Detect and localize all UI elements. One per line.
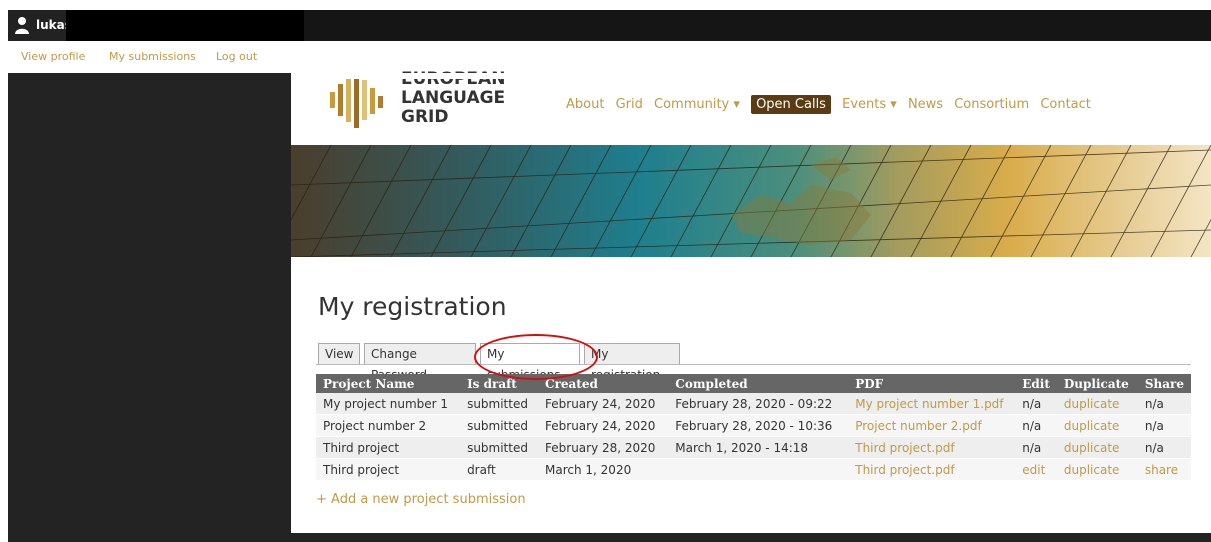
nav-consortium[interactable]: Consortium xyxy=(954,97,1029,112)
tab-view[interactable]: View xyxy=(318,343,360,364)
pdf-link[interactable]: Third project.pdf xyxy=(848,436,1016,459)
header-project-name[interactable]: Project Name xyxy=(316,374,461,393)
pdf-link[interactable]: My project number 1.pdf xyxy=(848,393,1016,415)
duplicate-link[interactable]: duplicate xyxy=(1056,436,1138,459)
table-header-row: Project Name Is draft Created Completed … xyxy=(316,374,1191,393)
main-nav: About Grid Community ▾ Open Calls Events… xyxy=(566,95,1098,114)
pdf-link[interactable]: Project number 2.pdf xyxy=(848,414,1016,437)
nav-about[interactable]: About xyxy=(566,97,604,112)
duplicate-link[interactable]: duplicate xyxy=(1056,393,1138,415)
duplicate-link[interactable]: duplicate xyxy=(1056,458,1138,481)
cell-completed: February 28, 2020 - 09:22 xyxy=(668,393,849,415)
cell-share: n/a xyxy=(1137,436,1191,459)
pdf-link[interactable]: Third project.pdf xyxy=(848,458,1016,481)
cell-is-draft: submitted xyxy=(460,414,539,437)
header-pdf: PDF xyxy=(848,374,1016,393)
nav-events[interactable]: Events ▾ xyxy=(842,97,897,112)
tab-change-password[interactable]: Change Password xyxy=(364,343,476,382)
logo-line-3: GRID xyxy=(401,107,449,127)
duplicate-link[interactable]: duplicate xyxy=(1056,414,1138,437)
page-title: My registration xyxy=(318,292,507,321)
logo-line-2: LANGUAGE xyxy=(401,88,506,108)
cell-edit: n/a xyxy=(1015,393,1057,415)
cell-project-name: Project number 2 xyxy=(316,414,461,437)
nav-community[interactable]: Community ▾ xyxy=(654,97,740,112)
cell-created: March 1, 2020 xyxy=(538,458,669,481)
cell-is-draft: submitted xyxy=(460,393,539,415)
tabs-divider xyxy=(316,364,1191,365)
my-submissions-link[interactable]: My submissions xyxy=(109,50,196,63)
cell-project-name: Third project xyxy=(316,458,461,481)
table-row: Third project draft March 1, 2020 Third … xyxy=(316,458,1191,481)
logo-icon[interactable] xyxy=(330,74,390,132)
table-row: Third project submitted February 28, 202… xyxy=(316,436,1191,459)
cell-is-draft: submitted xyxy=(460,436,539,459)
tab-my-submissions[interactable]: My submissions xyxy=(480,343,580,382)
nav-contact[interactable]: Contact xyxy=(1040,97,1091,112)
cell-created: February 24, 2020 xyxy=(538,393,669,415)
header-share: Share xyxy=(1137,374,1191,393)
left-background xyxy=(8,73,291,542)
redacted-area xyxy=(66,10,304,41)
submissions-table: Project Name Is draft Created Completed … xyxy=(316,374,1191,481)
cell-edit: n/a xyxy=(1015,414,1057,437)
cell-project-name: Third project xyxy=(316,436,461,459)
cell-completed: March 1, 2020 - 14:18 xyxy=(668,436,849,459)
cell-completed xyxy=(668,458,849,481)
hero-banner xyxy=(291,145,1211,257)
tab-my-registration[interactable]: My registration xyxy=(584,343,680,382)
log-out-link[interactable]: Log out xyxy=(216,50,257,63)
share-link[interactable]: share xyxy=(1137,458,1191,481)
header-created[interactable]: Created xyxy=(538,374,669,393)
cell-share: n/a xyxy=(1137,393,1191,415)
table-row: My project number 1 submitted February 2… xyxy=(316,393,1191,415)
cell-created: February 28, 2020 xyxy=(538,436,669,459)
nav-news[interactable]: News xyxy=(908,97,943,112)
add-submission-link[interactable]: + Add a new project submission xyxy=(316,492,526,507)
header-completed[interactable]: Completed xyxy=(668,374,849,393)
header-duplicate: Duplicate xyxy=(1056,374,1138,393)
banner-grid-lines xyxy=(291,145,1211,257)
cell-is-draft: draft xyxy=(460,458,539,481)
header-is-draft[interactable]: Is draft xyxy=(460,374,539,393)
nav-grid[interactable]: Grid xyxy=(616,97,643,112)
cell-edit: n/a xyxy=(1015,436,1057,459)
table-row: Project number 2 submitted February 24, … xyxy=(316,414,1191,437)
view-profile-link[interactable]: View profile xyxy=(21,50,85,63)
nav-open-calls[interactable]: Open Calls xyxy=(751,95,831,114)
header-top-edge xyxy=(330,73,530,79)
cell-created: February 24, 2020 xyxy=(538,414,669,437)
cell-completed: February 28, 2020 - 10:36 xyxy=(668,414,849,437)
header-edit: Edit xyxy=(1015,374,1057,393)
user-icon xyxy=(15,17,29,34)
cell-share: n/a xyxy=(1137,414,1191,437)
cell-project-name: My project number 1 xyxy=(316,393,461,415)
edit-link[interactable]: edit xyxy=(1015,458,1057,481)
